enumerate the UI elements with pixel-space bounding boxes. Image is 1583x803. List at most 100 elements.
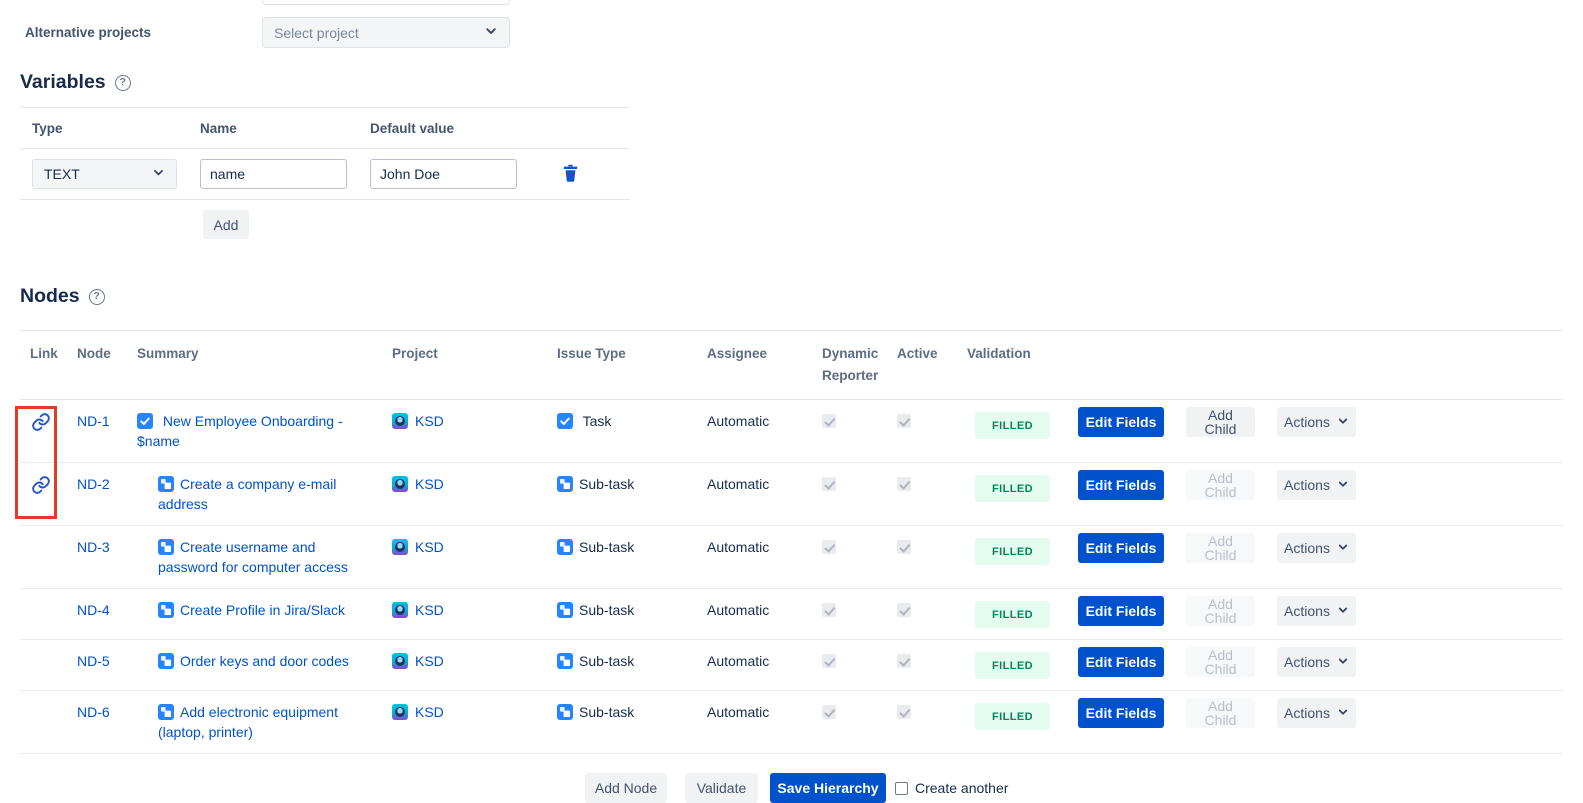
add-child-button[interactable]: Add Child — [1186, 647, 1255, 677]
actions-dropdown-button[interactable]: Actions — [1277, 698, 1356, 728]
actions-dropdown-button[interactable]: Actions — [1277, 407, 1356, 437]
node-id-link[interactable]: ND-6 — [77, 704, 110, 720]
actions-dropdown-button[interactable]: Actions — [1277, 470, 1356, 500]
validate-button[interactable]: Validate — [685, 773, 758, 803]
add-child-button[interactable]: Add Child — [1186, 596, 1255, 626]
row-actions: Edit Fields Add Child Actions — [1078, 698, 1555, 728]
dynamic-reporter-checkbox — [822, 705, 836, 719]
validation-badge: FILLED — [975, 538, 1050, 565]
active-checkbox — [897, 540, 911, 554]
project-link[interactable]: KSD — [415, 653, 444, 669]
add-child-button[interactable]: Add Child — [1186, 470, 1255, 500]
validation-badge: FILLED — [975, 412, 1050, 439]
add-child-button[interactable]: Add Child — [1186, 533, 1255, 563]
assignee-label: Automatic — [707, 476, 769, 492]
link-icon[interactable] — [31, 419, 51, 435]
node-id-link[interactable]: ND-4 — [77, 602, 110, 618]
summary-link[interactable]: Create Profile in Jira/Slack — [180, 602, 345, 618]
subtask-icon — [557, 704, 573, 720]
task-icon — [137, 413, 153, 429]
node-id-link[interactable]: ND-2 — [77, 476, 110, 492]
issue-type-label: Sub-task — [579, 653, 634, 669]
select-placeholder: Select project — [274, 25, 359, 41]
edit-fields-button[interactable]: Edit Fields — [1078, 698, 1164, 728]
table-row: ND-5 Order keys and door codes KSD Sub-t… — [20, 640, 1563, 691]
actions-dropdown-button[interactable]: Actions — [1277, 647, 1356, 677]
nodes-table: Link Node Summary Project Issue Type Ass… — [20, 330, 1563, 754]
save-hierarchy-button[interactable]: Save Hierarchy — [770, 773, 886, 803]
chevron-down-icon — [1337, 541, 1349, 555]
chevron-down-icon — [484, 24, 498, 41]
variable-row: TEXT — [20, 149, 630, 200]
summary-link[interactable]: New Employee Onboarding - $name — [137, 413, 343, 449]
chevron-down-icon — [152, 166, 165, 182]
active-checkbox — [897, 477, 911, 491]
issue-type-label: Sub-task — [579, 704, 634, 720]
add-child-button[interactable]: Add Child — [1186, 407, 1255, 437]
col-active: Active — [897, 331, 967, 400]
variable-type-select[interactable]: TEXT — [32, 159, 177, 189]
subtask-icon — [557, 476, 573, 492]
variables-col-default: Default value — [370, 108, 540, 149]
summary-link[interactable]: Add electronic equipment (laptop, printe… — [158, 704, 338, 740]
actions-dropdown-button[interactable]: Actions — [1277, 533, 1356, 563]
row-actions: Edit Fields Add Child Actions — [1078, 533, 1555, 563]
issue-type-label: Sub-task — [579, 476, 634, 492]
actions-dropdown-button[interactable]: Actions — [1277, 596, 1356, 626]
variables-col-type: Type — [20, 108, 200, 149]
edit-fields-button[interactable]: Edit Fields — [1078, 470, 1164, 500]
issue-type-label: Task — [583, 413, 612, 429]
cutoff-field-bottom-border — [262, 0, 510, 5]
delete-variable-button[interactable] — [563, 164, 578, 182]
variables-table: Type Name Default value TEXT — [20, 107, 630, 200]
project-avatar-icon — [392, 539, 408, 555]
table-row: ND-6 Add electronic equipment (laptop, p… — [20, 691, 1563, 754]
col-validation: Validation — [967, 331, 1078, 400]
summary-link[interactable]: Create username and password for compute… — [158, 539, 348, 575]
add-child-button[interactable]: Add Child — [1186, 698, 1255, 728]
node-id-link[interactable]: ND-1 — [77, 413, 110, 429]
chevron-down-icon — [1337, 706, 1349, 720]
add-node-button[interactable]: Add Node — [585, 773, 667, 803]
edit-fields-button[interactable]: Edit Fields — [1078, 596, 1164, 626]
validation-badge: FILLED — [975, 475, 1050, 502]
col-project: Project — [392, 331, 557, 400]
create-another-label: Create another — [915, 780, 1008, 796]
col-issue-type: Issue Type — [557, 331, 707, 400]
edit-fields-button[interactable]: Edit Fields — [1078, 407, 1164, 437]
active-checkbox — [897, 654, 911, 668]
help-icon[interactable]: ? — [89, 289, 105, 305]
summary-link[interactable]: Order keys and door codes — [180, 653, 349, 669]
add-variable-button[interactable]: Add — [203, 210, 249, 239]
variable-type-value: TEXT — [44, 166, 80, 182]
subtask-icon — [158, 704, 174, 720]
link-icon[interactable] — [31, 482, 51, 498]
dynamic-reporter-checkbox — [822, 477, 836, 491]
col-summary: Summary — [137, 331, 392, 400]
edit-fields-button[interactable]: Edit Fields — [1078, 647, 1164, 677]
project-link[interactable]: KSD — [415, 602, 444, 618]
row-actions: Edit Fields Add Child Actions — [1078, 596, 1555, 626]
table-row: ND-1 New Employee Onboarding - $name KSD… — [20, 400, 1563, 463]
dynamic-reporter-checkbox — [822, 603, 836, 617]
trash-icon — [563, 170, 578, 185]
variable-name-input[interactable] — [200, 159, 347, 189]
alternative-projects-select[interactable]: Select project — [262, 17, 510, 48]
edit-fields-button[interactable]: Edit Fields — [1078, 533, 1164, 563]
variable-default-input[interactable] — [370, 159, 517, 189]
help-icon[interactable]: ? — [115, 75, 131, 91]
project-link[interactable]: KSD — [415, 539, 444, 555]
row-actions: Edit Fields Add Child Actions — [1078, 647, 1555, 677]
node-id-link[interactable]: ND-5 — [77, 653, 110, 669]
summary-link[interactable]: Create a company e-mail address — [158, 476, 336, 512]
project-link[interactable]: KSD — [415, 413, 444, 429]
create-another-checkbox[interactable] — [895, 782, 908, 795]
dynamic-reporter-checkbox — [822, 540, 836, 554]
assignee-label: Automatic — [707, 653, 769, 669]
project-link[interactable]: KSD — [415, 476, 444, 492]
node-id-link[interactable]: ND-3 — [77, 539, 110, 555]
alternative-projects-label: Alternative projects — [20, 25, 262, 40]
active-checkbox — [897, 603, 911, 617]
chevron-down-icon — [1337, 415, 1349, 429]
project-link[interactable]: KSD — [415, 704, 444, 720]
